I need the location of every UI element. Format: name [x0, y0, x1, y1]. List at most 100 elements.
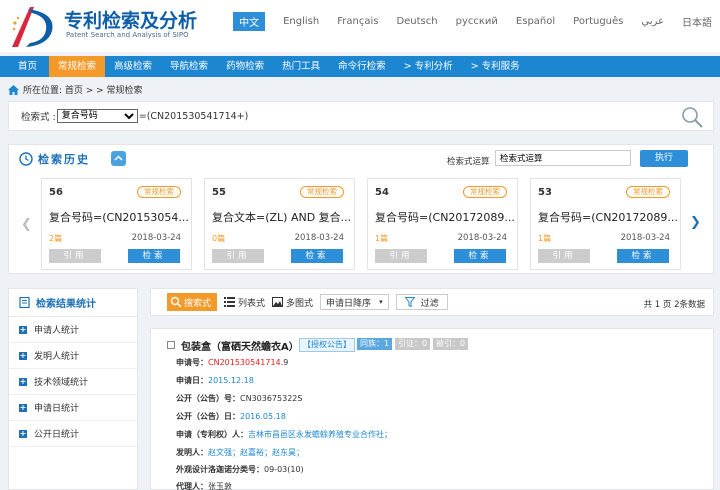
- sort-label: 申请日降序: [326, 298, 372, 309]
- stats-item-tech-field[interactable]: + 技术领域统计: [9, 369, 137, 395]
- execute-button[interactable]: 执行: [640, 150, 688, 167]
- nav-home[interactable]: 首页: [0, 56, 49, 77]
- plus-icon: +: [19, 402, 27, 412]
- card-search-button[interactable]: 检索: [617, 249, 669, 263]
- filter-label: 过滤: [420, 298, 439, 309]
- query-expression[interactable]: =(CN201530541714+): [139, 111, 249, 122]
- history-prev-icon[interactable]: ❮: [21, 217, 32, 232]
- nav-navigation-search[interactable]: 导航检索: [161, 56, 217, 77]
- card-count: 2篇: [49, 234, 63, 243]
- nav-patent-analysis[interactable]: > 专利分析: [395, 56, 462, 77]
- view-list-label: 列表式: [238, 298, 266, 309]
- card-search-button[interactable]: 检索: [291, 249, 343, 263]
- card-cite-button[interactable]: 引用: [49, 249, 101, 263]
- result-item: 包装盒（富硒天然蟾衣A） 【授权公告】 同族：1 引证：0 被引：0 申请号：C…: [150, 328, 714, 490]
- stats-item-applicant[interactable]: + 申请人统计: [9, 317, 137, 343]
- query-bar: 检索式 : 复合号码 =(CN201530541714+): [8, 101, 714, 131]
- card-number: 55: [212, 187, 226, 198]
- agent-name: 张玉敦: [208, 482, 232, 490]
- history-card: 55 常规检索 复合文本=(ZL) AND 复合... 0篇 2018-03-2…: [204, 178, 355, 270]
- stats-item-inventor[interactable]: + 发明人统计: [9, 343, 137, 369]
- lang-fr[interactable]: Français: [337, 16, 378, 27]
- operation-label: 检索式运算: [447, 157, 490, 167]
- history-header: 检索历史: [19, 151, 90, 167]
- card-tag: 常规检索: [463, 186, 507, 198]
- card-date: 2018-03-24: [131, 233, 181, 243]
- applicant-link[interactable]: 吉林市昌邑区永发蟾蜍养殖专业合作社；: [248, 430, 392, 439]
- query-label: 检索式 :: [21, 112, 56, 123]
- lang-zh[interactable]: 中文: [233, 12, 266, 31]
- family-badge[interactable]: 同族：1: [357, 338, 393, 350]
- card-cite-button[interactable]: 引用: [375, 249, 427, 263]
- result-title[interactable]: 包装盒（富硒天然蟾衣A）: [181, 338, 299, 353]
- card-search-button[interactable]: 检索: [454, 249, 506, 263]
- stats-item-app-date[interactable]: + 申请日统计: [9, 395, 137, 421]
- lang-de[interactable]: Deutsch: [396, 16, 437, 27]
- sort-dropdown[interactable]: 申请日降序 ▾: [320, 294, 389, 310]
- grant-badge[interactable]: 【授权公告】: [299, 338, 355, 352]
- stats-item-pub-date[interactable]: + 公开日统计: [9, 421, 137, 447]
- lang-pt[interactable]: Português: [573, 16, 623, 27]
- history-next-icon[interactable]: ❯: [690, 215, 701, 230]
- history-card: 54 常规检索 复合号码=(CN20172089... 1篇 2018-03-2…: [367, 178, 518, 270]
- query-field-select[interactable]: 复合号码: [56, 109, 138, 123]
- citation-badge: 引证：0: [395, 338, 431, 350]
- application-date-link[interactable]: 2015.12.18: [208, 376, 254, 385]
- card-number: 54: [375, 187, 389, 198]
- inventor-links[interactable]: 赵文强；赵嘉裕；赵东昊；: [208, 448, 304, 457]
- result-checkbox[interactable]: [167, 341, 175, 349]
- card-query: 复合号码=(CN20153054...: [49, 211, 189, 224]
- plus-icon: +: [19, 376, 27, 386]
- stats-header: 检索结果统计: [9, 289, 137, 317]
- card-cite-button[interactable]: 引用: [212, 249, 264, 263]
- card-tag: 常规检索: [300, 186, 344, 198]
- field-application-number: 申请号：CN201530541714.9: [176, 357, 288, 368]
- filter-button[interactable]: 过滤: [395, 294, 448, 310]
- view-summary-button[interactable]: 搜索式: [167, 293, 218, 311]
- lang-en[interactable]: English: [283, 16, 319, 27]
- nav-command-search[interactable]: 命令行检索: [329, 56, 395, 77]
- card-search-button[interactable]: 检索: [128, 249, 180, 263]
- header: 专利检索及分析 Patent Search and Analysis of SI…: [0, 0, 720, 52]
- card-count: 1篇: [538, 234, 552, 243]
- magnifier-icon: [170, 296, 182, 308]
- history-card: 53 常规检索 复合号码=(CN20172089... 1篇 2018-03-2…: [530, 178, 681, 270]
- publication-date-link[interactable]: 2016.05.18: [240, 412, 286, 421]
- search-icon[interactable]: [681, 106, 703, 128]
- field-label: 申请（专利权）人：: [176, 430, 248, 439]
- field-applicant: 申请（专利权）人：吉林市昌邑区永发蟾蜍养殖专业合作社；: [176, 429, 392, 440]
- lang-es[interactable]: Español: [516, 16, 555, 27]
- stats-item-label: 申请日统计: [34, 404, 80, 414]
- sipo-logo: [12, 7, 53, 47]
- view-image-label: 多图式: [286, 298, 314, 309]
- nav-regular-search[interactable]: 常规检索: [49, 56, 106, 77]
- lang-ja[interactable]: 日本語: [682, 14, 712, 29]
- nav-drug-search[interactable]: 药物检索: [217, 56, 273, 77]
- plus-icon: +: [19, 428, 27, 438]
- operation-input[interactable]: [495, 150, 631, 166]
- stats-item-label: 申请人统计: [34, 326, 80, 336]
- view-list-button[interactable]: 列表式: [224, 293, 265, 311]
- breadcrumb-text: 所在位置: 首页 > > 常规检索: [23, 86, 143, 96]
- main-nav: 首页 常规检索 高级检索 导航检索 药物检索 热门工具 命令行检索 > 专利分析…: [0, 56, 720, 77]
- field-agent: 代理人：张玉敦: [176, 481, 232, 490]
- card-cite-button[interactable]: 引用: [538, 249, 590, 263]
- field-label: 代理人：: [176, 482, 208, 490]
- view-image-button[interactable]: 多图式: [272, 293, 313, 311]
- breadcrumb: 所在位置: 首页 > > 常规检索: [0, 81, 720, 98]
- collapse-history-button[interactable]: [111, 151, 126, 166]
- field-application-date: 申请日：2015.12.18: [176, 375, 254, 386]
- card-query: 复合文本=(ZL) AND 复合...: [212, 211, 352, 224]
- application-number-highlight: CN201530541714: [208, 358, 281, 367]
- card-query: 复合号码=(CN20172089...: [538, 211, 678, 224]
- card-date: 2018-03-24: [457, 233, 507, 243]
- nav-patent-service[interactable]: > 专利服务: [462, 56, 529, 77]
- lang-ru[interactable]: русский: [456, 16, 498, 27]
- nav-advanced-search[interactable]: 高级检索: [105, 56, 161, 77]
- lang-ar[interactable]: عربي: [641, 16, 664, 27]
- results-toolbar: 搜索式 列表式 多图式 申请日降序 ▾ 过滤 共 1 页 2条数据: [150, 288, 714, 316]
- cited-by-badge: 被引：0: [433, 338, 469, 350]
- clock-icon: [19, 152, 33, 166]
- document-icon: [19, 297, 30, 308]
- nav-hot-tools[interactable]: 热门工具: [273, 56, 329, 77]
